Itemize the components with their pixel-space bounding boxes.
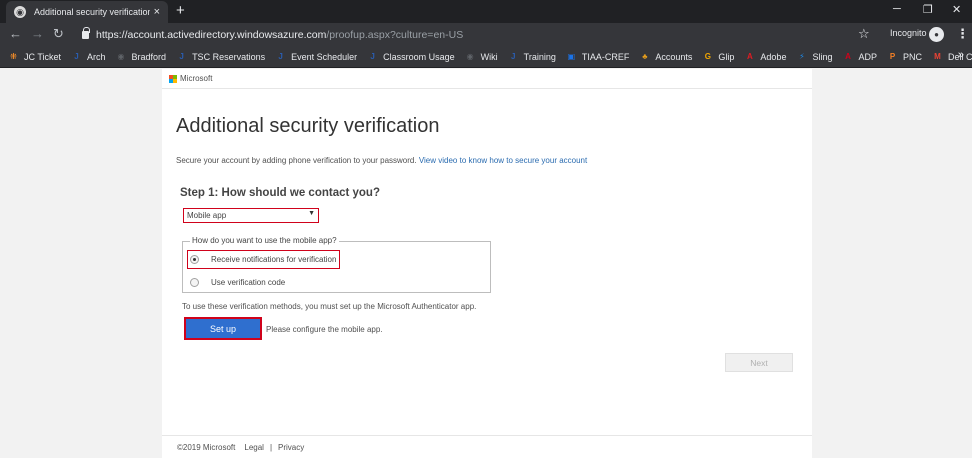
page-footer: ©2019 Microsoft Legal | Privacy — [162, 435, 812, 458]
bookmark-label: Adobe — [760, 51, 787, 62]
j-icon: J — [510, 52, 516, 61]
page-content: Microsoft Additional security verificati… — [162, 69, 812, 458]
bookmark-label: Classroom Usage — [383, 51, 455, 62]
people-icon: ♣ — [642, 52, 648, 61]
pnc-icon: P — [889, 52, 896, 61]
close-tab-icon[interactable]: × — [154, 6, 160, 18]
adp-icon: A — [845, 52, 851, 61]
bookmark-label: PNC — [902, 51, 922, 62]
option-verification-code-label: Use verification code — [211, 278, 286, 287]
contact-method-select[interactable]: Mobile app ▼ — [183, 208, 319, 223]
bookmark-label: TSC Reservations — [192, 51, 266, 62]
restore-icon[interactable]: ❐ — [923, 3, 933, 16]
globe-icon: ◉ — [14, 6, 26, 18]
browser-toolbar: ← → ↻ https://account.activedirectory.wi… — [0, 23, 972, 46]
bookmark-item[interactable]: ⚡ Sling — [796, 51, 832, 62]
bookmark-label: Accounts — [655, 51, 693, 62]
bookmark-item[interactable]: J Arch — [71, 51, 106, 62]
contact-method-value: Mobile app — [187, 211, 227, 220]
bookmark-item[interactable]: J TSC Reservations — [176, 51, 265, 62]
chevron-down-icon: ▼ — [308, 210, 315, 217]
option-notifications-label: Receive notifications for verification — [211, 255, 337, 264]
url-path: /proofup.aspx?culture=en-US — [326, 28, 464, 41]
bookmark-item[interactable]: J Event Scheduler — [275, 51, 357, 62]
microsoft-logo-icon — [169, 74, 177, 83]
lock-icon — [82, 26, 90, 39]
bookmark-label: Wiki — [480, 51, 498, 62]
forward-arrow-icon[interactable]: → — [31, 26, 44, 42]
bookmark-star-icon[interactable]: ☆ — [858, 26, 870, 42]
bookmark-item[interactable]: P PNC — [887, 51, 922, 62]
bookmark-label: TIAA-CREF — [581, 51, 630, 62]
adobe-icon: A — [747, 52, 753, 61]
intro-description: Secure your account by adding phone veri… — [176, 156, 417, 165]
bookmark-label: Training — [523, 51, 556, 62]
bookmark-label: Sling — [812, 51, 833, 62]
step-title: Step 1: How should we contact you? — [180, 187, 380, 199]
footer-separator: | — [269, 442, 273, 452]
option-notifications[interactable]: Receive notifications for verification — [187, 250, 341, 269]
jc-icon: ⁜ — [10, 52, 17, 61]
doc-icon: ▣ — [567, 52, 576, 61]
notifications-radio[interactable] — [190, 255, 199, 264]
new-tab-button[interactable]: + — [176, 2, 185, 20]
bookmark-item[interactable]: ◉ Bradford — [116, 51, 167, 62]
usage-fieldset: How do you want to use the mobile app? R… — [182, 236, 491, 293]
gmail-icon: M — [934, 52, 941, 61]
bookmark-label: Event Scheduler — [291, 51, 358, 62]
copyright-text: ©2019 Microsoft — [177, 442, 236, 452]
menu-dots-icon[interactable]: ⋮ — [956, 26, 969, 42]
microsoft-header: Microsoft — [162, 69, 812, 89]
globe-icon: ◉ — [466, 52, 474, 61]
sling-icon: ⚡ — [799, 52, 805, 61]
page-title: Additional security verification — [176, 115, 440, 137]
browser-tab[interactable]: ◉ Additional security verification × — [6, 1, 168, 23]
bookmark-item[interactable]: ♣ Accounts — [639, 51, 692, 62]
minimize-icon[interactable]: ─ — [893, 3, 901, 15]
incognito-label: Incognito — [890, 28, 927, 38]
incognito-icon[interactable]: ● — [929, 27, 944, 42]
intro-text: Secure your account by adding phone veri… — [176, 156, 587, 165]
more-bookmarks-icon[interactable]: » — [958, 49, 964, 61]
video-link[interactable]: View video to know how to secure your ac… — [419, 156, 587, 165]
setup-button[interactable]: Set up — [184, 317, 262, 340]
bookmark-item[interactable]: A ADP — [842, 51, 877, 62]
option-verification-code[interactable]: Use verification code — [190, 278, 285, 287]
bookmark-item[interactable]: A Adobe — [744, 51, 786, 62]
bookmark-item[interactable]: J Classroom Usage — [367, 51, 455, 62]
bookmark-label: Bradford — [131, 51, 167, 62]
j-icon: J — [179, 52, 184, 61]
authenticator-note: To use these verification methods, you m… — [182, 302, 477, 311]
bookmark-item[interactable]: ▣ TIAA-CREF — [566, 51, 630, 62]
bookmark-label: Glip — [718, 51, 735, 62]
bookmark-label: Arch — [87, 51, 106, 62]
bookmark-item[interactable]: ⁜ JC Ticket — [8, 51, 61, 62]
close-window-icon[interactable]: ✕ — [952, 3, 961, 16]
verification-code-radio[interactable] — [190, 278, 199, 287]
bookmarks-bar: ⁜ JC Ticket J Arch ◉ Bradford J TSC Reservation… — [0, 46, 972, 68]
tab-title: Additional security verification — [34, 7, 150, 17]
j-icon: J — [74, 52, 79, 61]
globe-icon: ◉ — [117, 52, 125, 61]
setup-message: Please configure the mobile app. — [266, 325, 383, 334]
bookmark-item[interactable]: G Glip — [702, 51, 735, 62]
reload-icon[interactable]: ↻ — [53, 26, 64, 42]
bookmark-item[interactable]: J Training — [508, 51, 556, 62]
brand-name: Microsoft — [180, 74, 213, 83]
url-host: https://account.activedirectory.windowsa… — [96, 28, 327, 41]
bookmark-item[interactable]: MDell Chat — [932, 51, 972, 62]
address-bar[interactable]: https://account.activedirectory.windowsa… — [76, 25, 846, 44]
privacy-link[interactable]: Privacy — [278, 443, 304, 452]
bookmark-label: JC Ticket — [24, 51, 62, 62]
tab-strip: ◉ Additional security verification × + ─… — [0, 0, 972, 23]
bookmark-label: ADP — [858, 51, 877, 62]
next-button[interactable]: Next — [725, 353, 793, 372]
usage-legend: How do you want to use the mobile app? — [190, 236, 339, 245]
j-icon: J — [278, 52, 283, 61]
j-icon: J — [370, 52, 375, 61]
bookmark-item[interactable]: ◉ Wiki — [465, 51, 498, 62]
legal-link[interactable]: Legal — [244, 443, 264, 452]
glip-icon: G — [704, 52, 712, 61]
back-arrow-icon[interactable]: ← — [9, 26, 22, 42]
